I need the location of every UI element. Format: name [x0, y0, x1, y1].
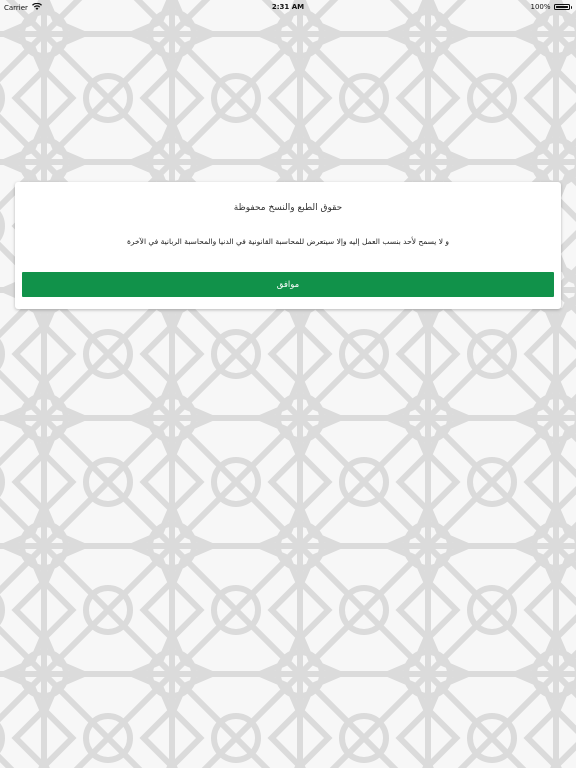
background-pattern — [0, 0, 576, 768]
dialog-title: حقوق الطبع والنسخ محفوظة — [233, 203, 343, 213]
battery-fill — [555, 6, 568, 8]
status-right: 100% — [530, 3, 572, 11]
battery-icon — [553, 4, 570, 10]
copyright-dialog: حقوق الطبع والنسخ محفوظة و لا يسمح لأحد … — [15, 182, 561, 309]
dialog-message: و لا يسمح لأحد بنسب العمل إليه وإلا سيتع… — [126, 237, 450, 246]
battery-cap — [570, 5, 572, 9]
status-time: 2:31 AM — [271, 3, 305, 11]
ok-button[interactable]: موافق — [22, 272, 554, 297]
battery-percent: 100% — [530, 3, 551, 11]
status-bar: Carrier 2:31 AM 100% — [0, 0, 576, 14]
